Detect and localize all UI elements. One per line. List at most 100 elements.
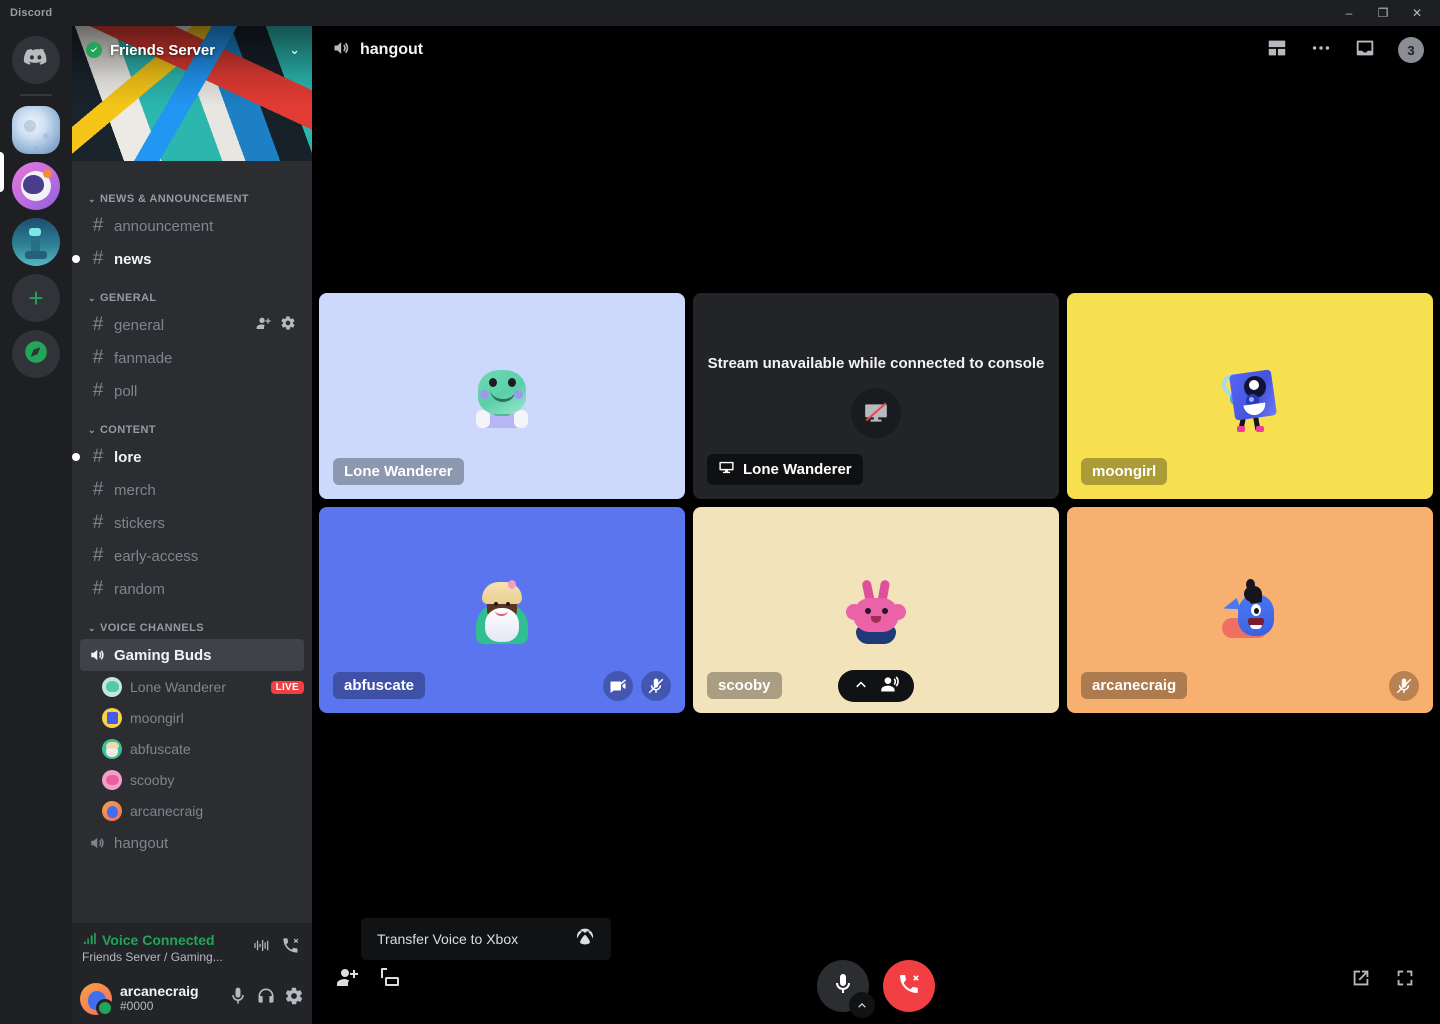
participant-tile-lone-wanderer-stream[interactable]: Stream unavailable while connected to co…: [693, 293, 1059, 499]
user-panel: arcanecraig #0000: [72, 972, 312, 1024]
channel-general[interactable]: # general: [80, 309, 304, 341]
participant-tile-lone-wanderer-camera[interactable]: Lone Wanderer: [319, 293, 685, 499]
rail-item-lighthouse-server[interactable]: [12, 218, 60, 266]
channel-poll[interactable]: # poll: [80, 375, 304, 407]
channel-fanmade[interactable]: # fanmade: [80, 342, 304, 374]
user-panel-actions: [228, 986, 304, 1011]
rail-item-explore-servers[interactable]: [12, 330, 60, 378]
screen-icon: [718, 459, 735, 480]
settings-icon[interactable]: [280, 315, 296, 335]
invite-icon[interactable]: [256, 315, 272, 335]
selected-server-indicator: [0, 152, 4, 192]
inbox-icon[interactable]: [1354, 37, 1376, 64]
voice-member-scooby[interactable]: scooby: [80, 765, 304, 795]
speaking-person-icon[interactable]: [880, 674, 900, 699]
hash-icon: #: [88, 248, 108, 270]
transfer-voice-tooltip[interactable]: Transfer Voice to Xbox: [361, 918, 611, 960]
user-discriminator: #0000: [120, 999, 228, 1013]
rail-item-add-server[interactable]: +: [12, 274, 60, 322]
voice-channel-icon: [332, 38, 360, 63]
category-content[interactable]: ⌄ CONTENT: [72, 408, 312, 440]
server-banner: Friends Server ⌄: [72, 26, 312, 161]
mic-off-icon[interactable]: [641, 671, 671, 701]
avatar: [466, 574, 538, 646]
app-title: Discord: [10, 7, 52, 19]
unread-indicator: [72, 255, 80, 263]
server-name: Friends Server: [110, 42, 289, 59]
mic-options-chevron-up-icon[interactable]: [849, 992, 875, 1018]
category-voice-channels[interactable]: ⌄ VOICE CHANNELS: [72, 606, 312, 638]
voice-location: Friends Server / Gaming...: [82, 950, 252, 964]
hash-icon: #: [88, 545, 108, 567]
mute-button[interactable]: [817, 960, 869, 1012]
maximize-button[interactable]: ❐: [1366, 0, 1400, 26]
member-count-badge[interactable]: 3: [1398, 37, 1424, 63]
channel-hangout[interactable]: hangout: [80, 827, 304, 859]
microphone-icon[interactable]: [228, 986, 248, 1011]
rail-item-moon-server[interactable]: [12, 106, 60, 154]
channel-list[interactable]: ⌄ NEWS & ANNOUNCEMENT # announcement # n…: [72, 161, 312, 923]
verified-badge-icon: [86, 42, 102, 58]
headphones-icon[interactable]: [256, 986, 276, 1011]
participant-nametag: moongirl: [1081, 458, 1167, 485]
voice-member-arcanecraig[interactable]: arcanecraig: [80, 796, 304, 826]
voice-member-lone-wanderer[interactable]: Lone Wanderer LIVE: [80, 672, 304, 702]
minimize-button[interactable]: –: [1332, 0, 1366, 26]
rail-item-astronaut-server[interactable]: [12, 162, 60, 210]
rail-item-discord-home[interactable]: [12, 36, 60, 84]
participant-name: arcanecraig: [1092, 677, 1176, 694]
participant-name: abfuscate: [344, 677, 414, 694]
category-news-announcement[interactable]: ⌄ NEWS & ANNOUNCEMENT: [72, 177, 312, 209]
channel-random[interactable]: # random: [80, 573, 304, 605]
channel-label: Gaming Buds: [114, 647, 296, 664]
channel-early-access[interactable]: # early-access: [80, 540, 304, 572]
disconnect-call-icon[interactable]: [281, 936, 300, 960]
participant-tile-scooby[interactable]: scooby: [693, 507, 1059, 713]
disconnect-button[interactable]: [883, 960, 935, 1012]
hash-icon: #: [88, 479, 108, 501]
channel-news[interactable]: # news: [80, 243, 304, 275]
layout-grid-icon[interactable]: [1266, 37, 1288, 64]
compass-icon: [23, 339, 49, 370]
voice-member-moongirl[interactable]: moongirl: [80, 703, 304, 733]
voice-member-abfuscate[interactable]: abfuscate: [80, 734, 304, 764]
popout-icon[interactable]: [1350, 967, 1372, 994]
avatar[interactable]: [80, 983, 112, 1015]
channel-label: fanmade: [114, 350, 296, 367]
voice-member-name: Lone Wanderer: [130, 679, 271, 695]
video-off-icon[interactable]: [603, 671, 633, 701]
category-label: VOICE CHANNELS: [100, 622, 204, 634]
avatar: [102, 739, 122, 759]
plus-icon: +: [28, 285, 43, 311]
hash-icon: #: [88, 215, 108, 237]
participant-action-pill[interactable]: [838, 670, 914, 702]
close-button[interactable]: ✕: [1400, 0, 1434, 26]
channel-label: early-access: [114, 548, 296, 565]
category-general[interactable]: ⌄ GENERAL: [72, 276, 312, 308]
voice-member-name: arcanecraig: [130, 803, 304, 819]
mic-off-icon[interactable]: [1389, 671, 1419, 701]
chevron-down-icon[interactable]: ⌄: [289, 42, 300, 58]
channel-stickers[interactable]: # stickers: [80, 507, 304, 539]
hash-icon: #: [88, 380, 108, 402]
disconnect-call-icon: [897, 972, 921, 1001]
fullscreen-icon[interactable]: [1394, 967, 1416, 994]
more-options-icon[interactable]: [1310, 37, 1332, 64]
channel-merch[interactable]: # merch: [80, 474, 304, 506]
channel-label: hangout: [114, 835, 296, 852]
chevron-down-icon: ⌄: [88, 293, 96, 304]
chevron-up-icon[interactable]: [852, 675, 870, 698]
participant-tile-moongirl[interactable]: moongirl: [1067, 293, 1433, 499]
center-call-actions: [312, 960, 1440, 1012]
signal-bars-icon[interactable]: [252, 936, 271, 960]
username: arcanecraig: [120, 984, 228, 999]
channel-announcement[interactable]: # announcement: [80, 210, 304, 242]
channel-gaming-buds[interactable]: Gaming Buds: [80, 639, 304, 671]
settings-gear-icon[interactable]: [284, 986, 304, 1011]
participant-tile-abfuscate[interactable]: abfuscate: [319, 507, 685, 713]
server-header[interactable]: Friends Server ⌄: [72, 26, 312, 74]
channel-lore[interactable]: # lore: [80, 441, 304, 473]
voice-panel-actions: [252, 936, 304, 960]
participant-tile-arcanecraig[interactable]: arcanecraig: [1067, 507, 1433, 713]
voice-member-name: moongirl: [130, 710, 304, 726]
